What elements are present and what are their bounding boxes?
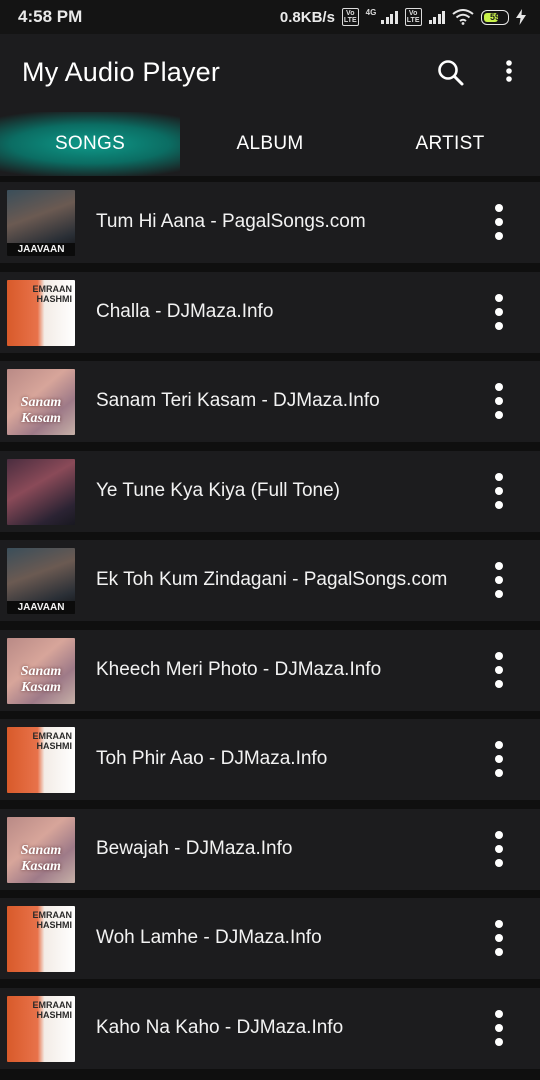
- net-speed: 0.8KB/s: [279, 8, 335, 26]
- album-art-label: JAAVAAN: [7, 601, 75, 614]
- album-art: EMRAAN HASHMI: [7, 727, 75, 793]
- song-row[interactable]: EMRAAN HASHMI Kaho Na Kaho - DJMaza.Info: [0, 987, 540, 1069]
- song-title: Bewajah - DJMaza.Info: [96, 837, 293, 859]
- album-art: EMRAAN HASHMI: [7, 906, 75, 972]
- status-time: 4:58 PM: [18, 7, 83, 26]
- album-art-label: EMRAAN HASHMI: [32, 910, 73, 930]
- album-art: JAAVAAN: [7, 190, 75, 256]
- song-row[interactable]: EMRAAN HASHMI Challa - DJMaza.Info: [0, 271, 540, 353]
- tab-songs[interactable]: SONGS: [0, 112, 180, 176]
- search-button[interactable]: [434, 56, 468, 90]
- network-type: 4G: [365, 7, 377, 17]
- song-row[interactable]: EMRAAN HASHMI Toh Phir Aao - DJMaza.Info: [0, 719, 540, 800]
- song-title: Kheech Meri Photo - DJMaza.Info: [96, 658, 382, 680]
- album-art-label: JAAVAAN: [7, 243, 75, 256]
- song-row[interactable]: Ye Tune Kya Kiya (Full Tone): [0, 450, 540, 532]
- album-art: [7, 458, 75, 525]
- battery-icon: 59: [481, 9, 509, 25]
- more-vert-icon[interactable]: [488, 471, 510, 511]
- charging-icon: [516, 9, 526, 25]
- song-title: Ek Toh Kum Zindagani - PagalSongs.com: [96, 569, 448, 590]
- volte-icon: Vo LTE: [341, 8, 359, 26]
- album-art: Sanam Kasam: [7, 637, 75, 704]
- search-icon: [438, 60, 464, 86]
- song-title: Tum Hi Aana - PagalSongs.com: [96, 211, 366, 232]
- song-title: Ye Tune Kya Kiya (Full Tone): [96, 479, 340, 501]
- album-art-label: Sanam Kasam: [20, 663, 62, 695]
- album-art-label: EMRAAN HASHMI: [32, 999, 73, 1020]
- song-title: Toh Phir Aao - DJMaza.Info: [96, 748, 328, 769]
- more-vert-icon[interactable]: [488, 739, 510, 779]
- song-row[interactable]: Sanam Kasam Kheech Meri Photo - DJMaza.I…: [0, 629, 540, 711]
- album-art: EMRAAN HASHMI: [7, 279, 75, 346]
- album-art-label: EMRAAN HASHMI: [32, 731, 73, 751]
- signal-icon-2: [428, 10, 445, 24]
- album-art-label: EMRAAN HASHMI: [32, 283, 73, 304]
- song-row[interactable]: EMRAAN HASHMI Woh Lamhe - DJMaza.Info: [0, 898, 540, 979]
- song-title: Sanam Teri Kasam - DJMaza.Info: [96, 390, 380, 411]
- signal-icon: [381, 10, 398, 24]
- song-title: Woh Lamhe - DJMaza.Info: [96, 927, 322, 948]
- song-title: Challa - DJMaza.Info: [96, 300, 274, 322]
- album-art: EMRAAN HASHMI: [7, 995, 75, 1062]
- album-art-label: Sanam Kasam: [20, 842, 62, 874]
- tab-artist[interactable]: ARTIST: [360, 112, 540, 176]
- album-art: JAAVAAN: [7, 548, 75, 614]
- more-vert-icon[interactable]: [488, 381, 510, 421]
- album-art: Sanam Kasam: [7, 369, 75, 435]
- song-row[interactable]: Sanam Kasam Bewajah - DJMaza.Info: [0, 808, 540, 890]
- overflow-menu-button[interactable]: [498, 56, 520, 90]
- more-vert-icon[interactable]: [488, 202, 510, 242]
- battery-level: 59: [489, 12, 500, 22]
- album-art-label: Sanam Kasam: [20, 395, 62, 426]
- album-art: Sanam Kasam: [7, 816, 75, 883]
- more-vert-icon[interactable]: [488, 292, 510, 332]
- more-vert-icon[interactable]: [488, 650, 510, 690]
- more-vert-icon[interactable]: [488, 560, 510, 600]
- status-indicators: 0.8KB/s Vo LTE 4G Vo LTE 59: [280, 6, 526, 28]
- song-row[interactable]: JAAVAAN Ek Toh Kum Zindagani - PagalSong…: [0, 540, 540, 621]
- app-bar: My Audio Player: [0, 34, 540, 112]
- status-bar: 4:58 PM 0.8KB/s Vo LTE 4G Vo LTE 59: [0, 0, 540, 34]
- more-vert-icon[interactable]: [488, 918, 510, 958]
- song-title: Kaho Na Kaho - DJMaza.Info: [96, 1016, 344, 1038]
- more-vert-icon: [506, 60, 512, 82]
- song-row[interactable]: Sanam Kasam Sanam Teri Kasam - DJMaza.In…: [0, 361, 540, 442]
- wifi-icon: [452, 9, 474, 25]
- tab-bar: SONGS ALBUM ARTIST: [0, 112, 540, 176]
- volte-icon-2: Vo LTE: [404, 8, 422, 26]
- more-vert-icon[interactable]: [488, 1008, 510, 1048]
- tab-album[interactable]: ALBUM: [180, 112, 360, 176]
- more-vert-icon[interactable]: [488, 829, 510, 869]
- song-row[interactable]: JAAVAAN Tum Hi Aana - PagalSongs.com: [0, 182, 540, 263]
- app-title: My Audio Player: [22, 57, 221, 87]
